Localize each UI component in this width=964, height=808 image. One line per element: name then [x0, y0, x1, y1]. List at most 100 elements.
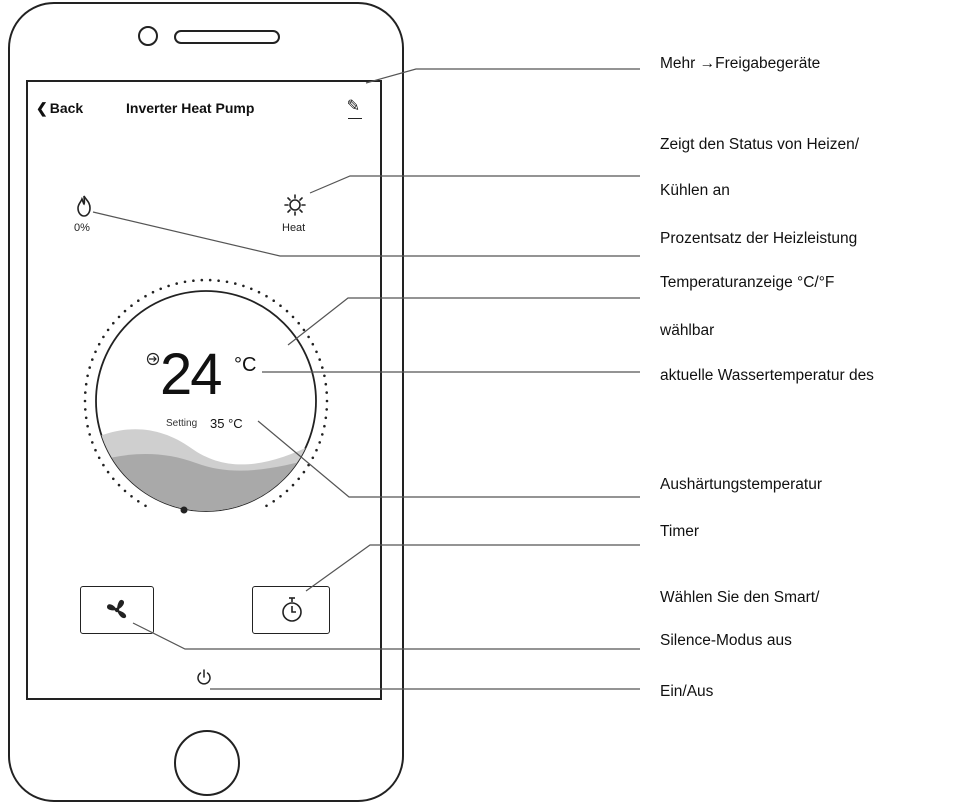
- dial-tick: [321, 366, 324, 369]
- timer-icon: [282, 597, 302, 622]
- dial-tick: [257, 290, 261, 294]
- dial-tick: [315, 350, 318, 354]
- dial-tick: [86, 374, 89, 378]
- dial-tick: [297, 321, 300, 325]
- home-button[interactable]: [174, 730, 240, 796]
- front-camera: [138, 26, 158, 46]
- dial-tick: [318, 358, 321, 361]
- dial-tick: [311, 456, 315, 460]
- dial-tick: [167, 284, 170, 288]
- dial-tick: [151, 290, 155, 294]
- dial-tick: [307, 335, 310, 339]
- dial-tick: [285, 309, 289, 313]
- inlet-arrow-icon: [146, 352, 160, 366]
- dial-tick: [84, 408, 87, 411]
- back-button[interactable]: ❮ Back: [36, 100, 83, 117]
- dial-tick: [112, 477, 115, 481]
- dial-tick: [311, 342, 315, 346]
- dial-tick: [285, 489, 289, 493]
- dial-tick: [265, 504, 268, 508]
- fan-icon: [107, 599, 127, 619]
- dial-tick: [137, 299, 140, 302]
- dial-tick: [324, 416, 328, 420]
- dial-tick: [297, 477, 300, 481]
- annotation-setpoint: Aushärtungstemperatur: [660, 476, 822, 493]
- dial-tick: [325, 399, 329, 403]
- annotation-share: Mehr →Freigabegeräte: [660, 55, 821, 72]
- dial-tick: [272, 500, 275, 503]
- dial-tick: [84, 391, 87, 394]
- dial-tick: [130, 304, 133, 307]
- dial-tick: [183, 280, 187, 284]
- dial-tick: [307, 463, 310, 467]
- dial-tick: [91, 358, 94, 361]
- setting-label: Setting: [166, 418, 198, 429]
- dial-tick: [217, 279, 220, 282]
- dial-tick: [144, 294, 147, 298]
- dial-tick: [302, 470, 306, 474]
- pencil-underline: [348, 118, 362, 119]
- dial-tick: [302, 328, 306, 332]
- dial-tick: [323, 424, 326, 428]
- dial-tick: [102, 463, 105, 467]
- dial-tick: [94, 350, 97, 354]
- dial-tick: [321, 433, 324, 436]
- timer-button[interactable]: [252, 586, 330, 634]
- dial-tick: [225, 280, 229, 284]
- smart-silence-mode-button[interactable]: [80, 586, 154, 634]
- app-screen: ❮ Back Inverter Heat Pump ✎ 0% Heat 24 °…: [26, 80, 382, 700]
- dial-tick: [242, 284, 245, 288]
- pencil-icon[interactable]: ✎: [347, 96, 360, 116]
- dial-tick: [123, 309, 127, 313]
- dial-tick: [88, 366, 91, 369]
- dial-tick: [291, 315, 295, 319]
- dial-tick: [291, 483, 295, 487]
- annotation-power: Ein/Aus: [660, 683, 714, 700]
- annotation-temp-unit-line2: wählbar: [660, 322, 715, 339]
- dial-tick: [325, 408, 328, 411]
- sun-icon: [284, 194, 306, 216]
- dial-tick: [265, 294, 268, 298]
- dial-tick: [137, 500, 140, 503]
- dial-handle[interactable]: [180, 506, 188, 514]
- dial-tick: [91, 441, 94, 444]
- dial-tick: [102, 335, 105, 339]
- dial-tick: [159, 287, 162, 291]
- annotation-smart-line2: Silence-Modus aus: [660, 632, 792, 649]
- dial-tick: [112, 321, 115, 325]
- dial-tick: [117, 315, 121, 319]
- dial-tick: [200, 278, 204, 282]
- dial-tick: [97, 456, 101, 460]
- annotation-timer: Timer: [660, 523, 700, 540]
- dial-tick: [106, 470, 110, 474]
- annotation-heating-percent: Prozentsatz der Heizleistung: [660, 230, 858, 247]
- annotation-temp-unit-line1: Temperaturanzeige °C/°F: [660, 274, 835, 291]
- dial-tick: [315, 448, 318, 452]
- dial-tick: [234, 282, 237, 285]
- dial-tick: [84, 382, 88, 386]
- dial-tick: [318, 441, 321, 444]
- dial-tick: [208, 278, 212, 282]
- temperature-unit: °C: [234, 354, 257, 376]
- annotation-mode-status-line1: Zeigt den Status von Heizen/: [660, 136, 860, 153]
- dial-tick: [325, 391, 328, 394]
- dial-tick: [106, 328, 110, 332]
- power-icon[interactable]: [196, 668, 212, 686]
- page-title: Inverter Heat Pump: [126, 100, 255, 116]
- dial-tick: [192, 279, 195, 282]
- dial-tick: [175, 282, 178, 285]
- dial-tick: [97, 342, 101, 346]
- dial-tick: [123, 489, 127, 493]
- annotation-mode-status-line2: Kühlen an: [660, 182, 730, 199]
- back-label: Back: [49, 100, 84, 116]
- annotation-smart-line1: Wählen Sie den Smart/: [660, 589, 820, 606]
- setting-temperature: 35 °C: [210, 416, 243, 431]
- annotation-current-water-temp: aktuelle Wassertemperatur des: [660, 367, 874, 384]
- mode-label: Heat: [282, 222, 306, 234]
- flame-icon: [77, 195, 91, 217]
- dial-tick: [86, 424, 89, 428]
- dial-tick: [279, 495, 282, 498]
- dial-tick: [144, 504, 147, 508]
- dial-tick: [250, 287, 253, 291]
- dial-tick: [324, 382, 328, 386]
